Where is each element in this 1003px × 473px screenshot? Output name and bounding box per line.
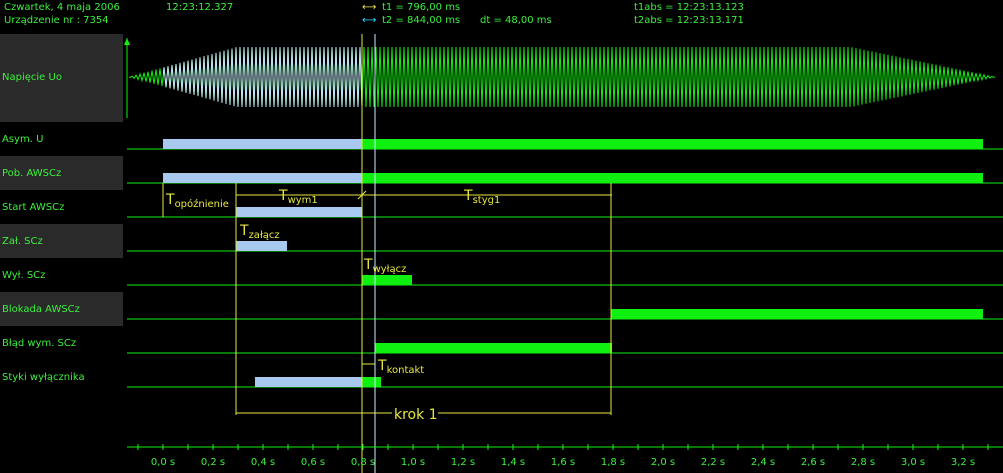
axis-tick-label: 3,2 s [951, 457, 975, 468]
t-zalacz-label: Tzałącz [239, 223, 280, 241]
start-bar [236, 207, 362, 217]
pob-bar-before [163, 173, 362, 183]
axis-tick-label: 1,6 s [551, 457, 575, 468]
voltage-waveform [128, 46, 996, 108]
axis-tick-label: 0,8 s [351, 457, 375, 468]
axis-tick-label: 2,6 s [801, 457, 825, 468]
t-wym1-label: Twym1 [278, 188, 318, 206]
signal-plot: 0,0 s 0,2 s 0,4 s 0,6 s 0,8 s 1,0 s 1,2 s 1,4 s… [124, 34, 1003, 473]
t-kontakt-label: Tkontakt [377, 358, 424, 376]
time-axis-ticks: 0,0 s 0,2 s 0,4 s 0,6 s 0,8 s 1,0 s 1,2 s 1,4 s… [137, 444, 989, 468]
waveform-viewer: Czwartek, 4 maja 2006 Urządzenie nr : 73… [0, 0, 1003, 473]
asym-bar-after [362, 139, 983, 149]
axis-tick-label: 0,6 s [301, 457, 325, 468]
zal-bar [236, 241, 287, 251]
axis-tick-label: 2,8 s [851, 457, 875, 468]
voltage-axis-arrow-icon [124, 38, 130, 45]
styki-bar-before [255, 377, 362, 387]
axis-tick-label: 0,0 s [151, 457, 175, 468]
axis-tick-label: 1,2 s [451, 457, 475, 468]
asym-bar-before [163, 139, 362, 149]
wyl-bar [362, 275, 412, 285]
axis-tick-label: 1,0 s [401, 457, 425, 468]
annotation-lines [162, 183, 612, 415]
axis-tick-label: 1,4 s [501, 457, 525, 468]
t-opoznienie-label: Topóźnienie [165, 192, 229, 210]
blokada-bar [611, 309, 983, 319]
axis-tick-label: 1,8 s [601, 457, 625, 468]
krok-label: krok 1 [394, 407, 438, 423]
t-styg1-label: Tstyg1 [463, 188, 500, 206]
axis-tick-label: 2,2 s [701, 457, 725, 468]
t-wylacz-label: Twyłącz [363, 257, 406, 275]
pob-bar-after [362, 173, 983, 183]
axis-tick-label: 0,4 s [251, 457, 275, 468]
axis-tick-label: 2,0 s [651, 457, 675, 468]
axis-tick-label: 0,2 s [201, 457, 225, 468]
axis-tick-label: 3,0 s [901, 457, 925, 468]
axis-tick-label: 2,4 s [751, 457, 775, 468]
styki-bar-after [362, 377, 381, 387]
annotation-labels: Topóźnienie Twym1 Tstyg1 Tzałącz Twyłącz… [165, 188, 500, 423]
blad-bar [375, 343, 612, 353]
